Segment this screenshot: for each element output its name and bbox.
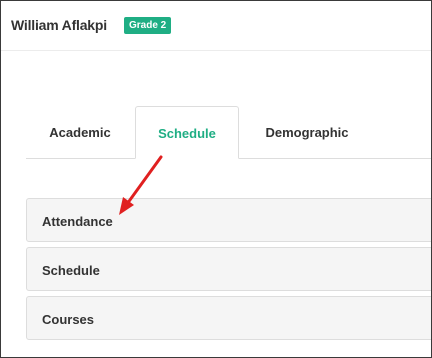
tab-academic[interactable]: Academic <box>26 106 134 158</box>
tab-demographic[interactable]: Demographic <box>243 106 371 158</box>
courses-panel[interactable]: Courses <box>26 296 431 340</box>
attendance-panel-title: Attendance <box>42 214 113 229</box>
schedule-panel-title: Schedule <box>42 263 100 278</box>
tab-schedule[interactable]: Schedule <box>135 106 239 159</box>
attendance-panel[interactable]: Attendance <box>26 198 431 242</box>
grade-badge: Grade 2 <box>124 17 172 34</box>
tab-bar: Academic Schedule Demographic <box>26 106 431 159</box>
courses-panel-title: Courses <box>42 312 95 327</box>
student-name: William Aflakpi <box>11 17 107 33</box>
schedule-panel[interactable]: Schedule <box>26 247 431 291</box>
student-header: William Aflakpi Grade 2 <box>1 1 431 51</box>
screenshot-frame: William Aflakpi Grade 2 Academic Schedul… <box>0 0 432 358</box>
